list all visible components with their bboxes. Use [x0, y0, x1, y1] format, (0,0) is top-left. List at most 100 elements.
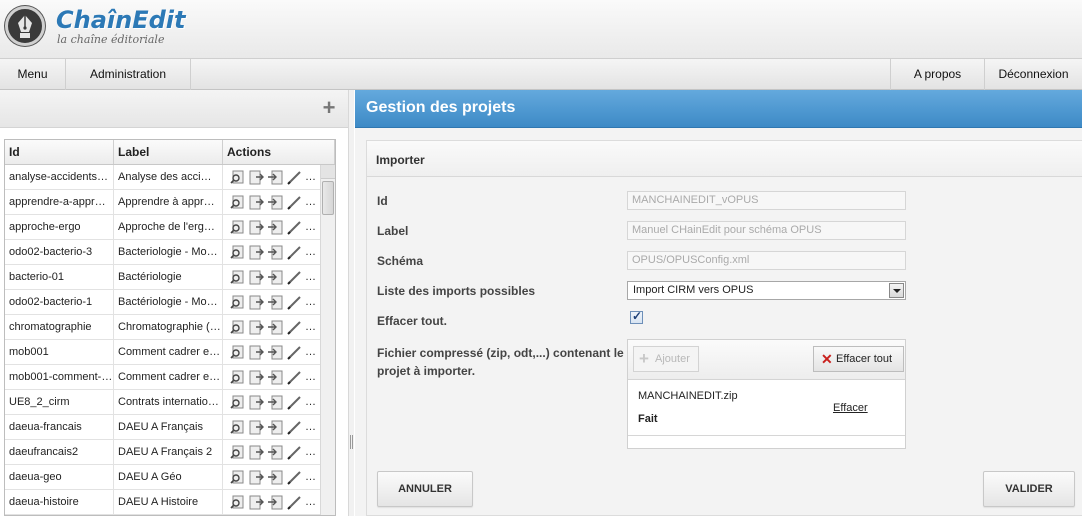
row-id-cell[interactable]: mob001: [5, 340, 114, 364]
import-icon[interactable]: [267, 169, 284, 186]
import-icon[interactable]: [267, 394, 284, 411]
edit-icon[interactable]: [286, 319, 303, 336]
search-icon[interactable]: [229, 344, 246, 361]
row-id-cell[interactable]: odo02-bacterio-3: [5, 240, 114, 264]
table-row[interactable]: mob001 Comment cadrer e…: [5, 340, 320, 365]
search-icon[interactable]: [229, 294, 246, 311]
grid-scrollbar[interactable]: [320, 165, 335, 515]
edit-icon[interactable]: [286, 219, 303, 236]
search-icon[interactable]: [229, 369, 246, 386]
plus-icon[interactable]: +: [320, 97, 338, 119]
valider-button[interactable]: VALIDER: [983, 471, 1075, 507]
export-icon[interactable]: [248, 219, 265, 236]
table-row[interactable]: mob001-comment-… Comment cadrer e…: [5, 365, 320, 390]
panel-splitter[interactable]: [348, 90, 354, 516]
row-id-cell[interactable]: odo02-bacterio-1: [5, 290, 114, 314]
edit-icon[interactable]: [286, 419, 303, 436]
imports-select[interactable]: Import CIRM vers OPUS: [627, 281, 906, 300]
row-label-cell[interactable]: DAEU A Histoire: [114, 490, 223, 514]
row-id-cell[interactable]: analyse-accidents…: [5, 165, 114, 189]
row-label-cell[interactable]: Bactériologie: [114, 265, 223, 289]
table-row[interactable]: odo02-bacterio-1 Bactériologie - Mo…: [5, 290, 320, 315]
row-label-cell[interactable]: Bacteriologie - Mo…: [114, 240, 223, 264]
table-row[interactable]: bacterio-01 Bactériologie: [5, 265, 320, 290]
row-id-cell[interactable]: daeua-francais: [5, 415, 114, 439]
row-id-cell[interactable]: approche-ergo: [5, 215, 114, 239]
import-icon[interactable]: [267, 319, 284, 336]
table-row[interactable]: UE8_2_cirm Contrats internatio…: [5, 390, 320, 415]
search-icon[interactable]: [229, 469, 246, 486]
edit-icon[interactable]: [286, 244, 303, 261]
search-icon[interactable]: [229, 419, 246, 436]
splitter-grip-icon[interactable]: [350, 435, 353, 449]
import-icon[interactable]: [267, 469, 284, 486]
export-icon[interactable]: [248, 319, 265, 336]
menu-button[interactable]: Menu: [0, 59, 66, 90]
row-label-cell[interactable]: Apprendre à appr…: [114, 190, 223, 214]
ajouter-button[interactable]: + Ajouter: [633, 346, 699, 372]
edit-icon[interactable]: [286, 369, 303, 386]
export-icon[interactable]: [248, 269, 265, 286]
search-icon[interactable]: [229, 319, 246, 336]
table-row[interactable]: chromatographie Chromatographie (…: [5, 315, 320, 340]
export-icon[interactable]: [248, 419, 265, 436]
row-id-cell[interactable]: bacterio-01: [5, 265, 114, 289]
file-effacer-link[interactable]: Effacer: [833, 402, 868, 414]
edit-icon[interactable]: [286, 344, 303, 361]
effacer-checkbox[interactable]: [630, 309, 643, 324]
row-id-cell[interactable]: UE8_2_cirm: [5, 390, 114, 414]
row-label-cell[interactable]: Analyse des acci…: [114, 165, 223, 189]
export-icon[interactable]: [248, 369, 265, 386]
row-label-cell[interactable]: Contrats internatio…: [114, 390, 223, 414]
import-icon[interactable]: [267, 244, 284, 261]
column-header-label[interactable]: Label: [114, 140, 223, 164]
search-icon[interactable]: [229, 269, 246, 286]
export-icon[interactable]: [248, 444, 265, 461]
scroll-up-arrow-icon[interactable]: [321, 165, 335, 179]
table-row[interactable]: approche-ergo Approche de l'erg…: [5, 215, 320, 240]
import-icon[interactable]: [267, 494, 284, 511]
export-icon[interactable]: [248, 494, 265, 511]
export-icon[interactable]: [248, 244, 265, 261]
row-label-cell[interactable]: DAEU A Géo: [114, 465, 223, 489]
table-row[interactable]: daeufrancais2 DAEU A Français 2: [5, 440, 320, 465]
export-icon[interactable]: [248, 294, 265, 311]
deconnexion-link[interactable]: Déconnexion: [984, 59, 1082, 90]
export-icon[interactable]: [248, 344, 265, 361]
row-id-cell[interactable]: apprendre-a-appr…: [5, 190, 114, 214]
row-label-cell[interactable]: Comment cadrer e…: [114, 365, 223, 389]
row-label-cell[interactable]: Chromatographie (…: [114, 315, 223, 339]
edit-icon[interactable]: [286, 444, 303, 461]
import-icon[interactable]: [267, 419, 284, 436]
export-icon[interactable]: [248, 194, 265, 211]
row-label-cell[interactable]: DAEU A Français: [114, 415, 223, 439]
import-icon[interactable]: [267, 444, 284, 461]
effacer-tout-button[interactable]: ✕ Effacer tout: [813, 346, 904, 372]
row-id-cell[interactable]: daeufrancais2: [5, 440, 114, 464]
edit-icon[interactable]: [286, 469, 303, 486]
apropos-link[interactable]: A propos: [890, 59, 984, 90]
edit-icon[interactable]: [286, 194, 303, 211]
import-icon[interactable]: [267, 194, 284, 211]
search-icon[interactable]: [229, 394, 246, 411]
import-icon[interactable]: [267, 369, 284, 386]
table-row[interactable]: daeua-francais DAEU A Français: [5, 415, 320, 440]
column-header-id[interactable]: Id: [5, 140, 114, 164]
search-icon[interactable]: [229, 194, 246, 211]
edit-icon[interactable]: [286, 294, 303, 311]
table-row[interactable]: odo02-bacterio-3 Bacteriologie - Mo…: [5, 240, 320, 265]
search-icon[interactable]: [229, 169, 246, 186]
row-id-cell[interactable]: mob001-comment-…: [5, 365, 114, 389]
annuler-button[interactable]: ANNULER: [377, 471, 473, 507]
edit-icon[interactable]: [286, 269, 303, 286]
export-icon[interactable]: [248, 169, 265, 186]
row-id-cell[interactable]: chromatographie: [5, 315, 114, 339]
edit-icon[interactable]: [286, 494, 303, 511]
import-icon[interactable]: [267, 269, 284, 286]
search-icon[interactable]: [229, 494, 246, 511]
export-icon[interactable]: [248, 469, 265, 486]
table-row[interactable]: analyse-accidents… Analyse des acci…: [5, 165, 320, 190]
chevron-down-icon[interactable]: [889, 283, 904, 298]
search-icon[interactable]: [229, 244, 246, 261]
row-label-cell[interactable]: Approche de l'erg…: [114, 215, 223, 239]
